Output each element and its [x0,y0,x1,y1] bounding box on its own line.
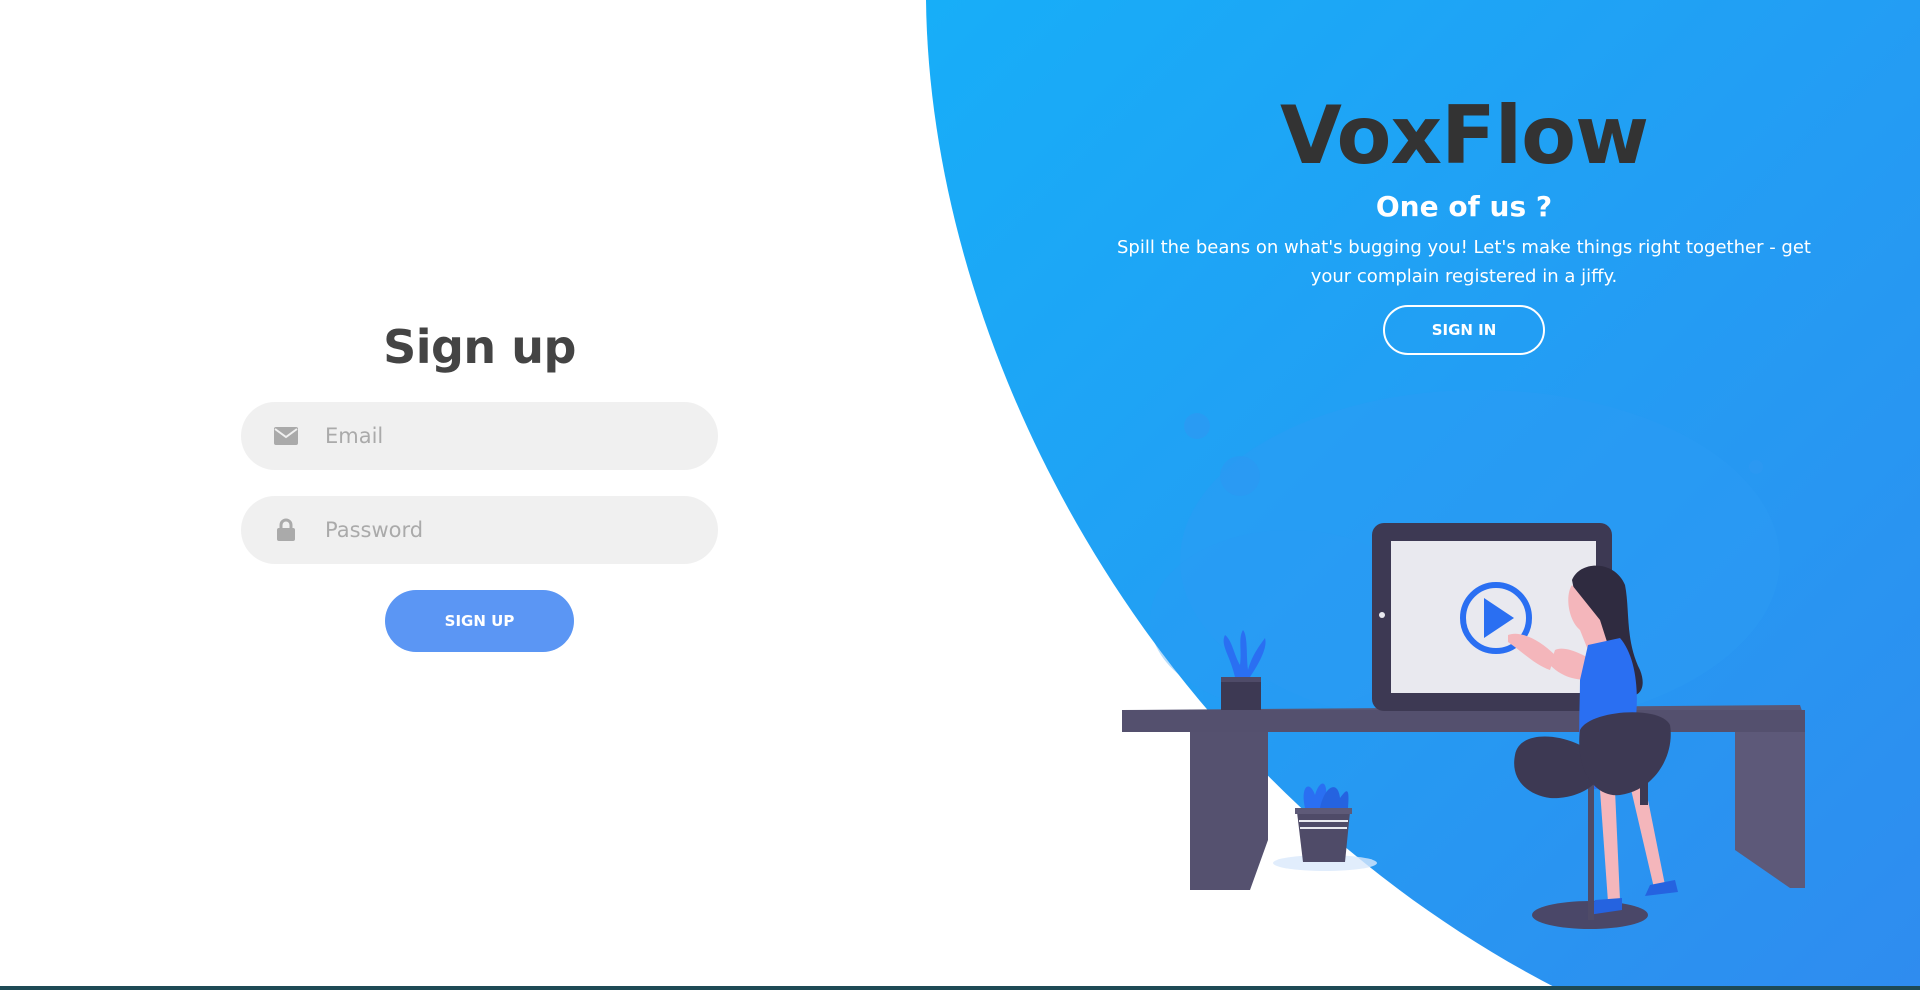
bottom-strip [0,986,1920,990]
envelope-icon [273,423,299,449]
page: Sign up SIGN UP VoxFlow One of us [0,0,1920,990]
signup-form: Sign up SIGN UP [241,320,718,652]
desk-illustration [1122,523,1805,929]
promo-description: Spill the beans on what's bugging you! L… [1117,237,1811,287]
password-field[interactable] [241,496,718,564]
brand-title: VoxFlow [1279,89,1649,182]
signup-button[interactable]: SIGN UP [385,590,574,652]
promo-panel: VoxFlow One of us ? Spill the beans on w… [1094,88,1834,355]
password-input[interactable] [323,517,687,543]
email-field[interactable] [241,402,718,470]
signin-button[interactable]: SIGN IN [1383,305,1545,355]
email-input[interactable] [323,423,687,449]
signup-title: Sign up [383,320,576,374]
lock-icon [273,517,299,543]
promo-subtitle: One of us ? [1375,190,1553,223]
